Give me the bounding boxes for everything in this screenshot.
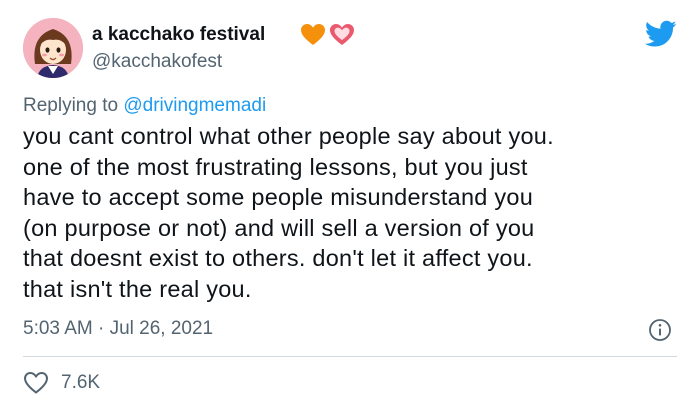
tweet-text-line: one of the most frustrating lessons, but… <box>23 153 528 180</box>
display-name[interactable]: a kacchako festival <box>92 24 265 46</box>
like-count: 7.6K <box>61 372 101 393</box>
twitter-bird-icon[interactable] <box>645 20 677 48</box>
tweet-text-line: have to accept some people misunderstand… <box>23 184 534 210</box>
sparkling-heart-icon <box>330 24 354 45</box>
tweet-timestamp[interactable]: 5:03 AM · Jul 26, 2021 <box>23 318 213 340</box>
tweet-text-line: that doesnt exist to others. don't let i… <box>23 245 533 271</box>
tweet-text-line: that isn't the real you. <box>23 275 252 302</box>
info-icon[interactable] <box>648 318 672 342</box>
avatar[interactable] <box>23 18 83 78</box>
like-action[interactable]: 7.6K <box>23 371 100 395</box>
replying-to-label: Replying to <box>23 95 124 116</box>
reply-mention-link[interactable]: @drivingmemadi <box>123 95 266 116</box>
tweet-text-line: (on purpose or not) and will sell a vers… <box>23 214 535 241</box>
replying-to: Replying to @drivingmemadi <box>23 95 266 117</box>
heart-outline-icon[interactable] <box>23 371 49 395</box>
orange-heart-icon <box>301 24 325 45</box>
divider <box>23 356 677 357</box>
avatar-illustration <box>23 18 83 78</box>
tweet-text-line: you cant control what other people say a… <box>23 123 554 149</box>
tweet-card: a kacchako festival @kacchakofest Replyi… <box>0 0 700 411</box>
name-emojis <box>300 22 355 48</box>
handle[interactable]: @kacchakofest <box>92 51 222 73</box>
tweet-text: you cant control what other people say a… <box>23 121 683 304</box>
